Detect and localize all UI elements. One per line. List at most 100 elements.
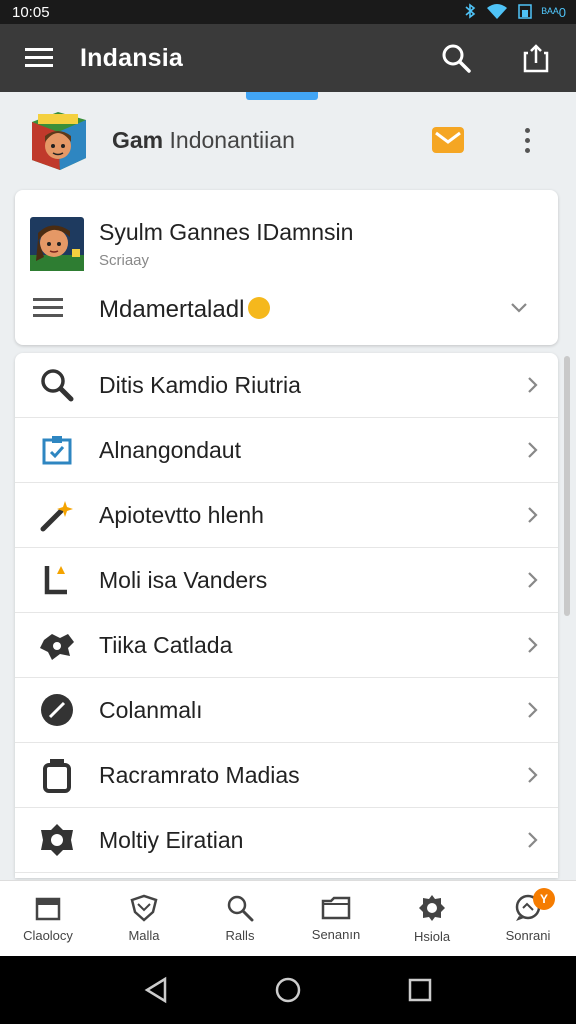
- puzzle-icon: [15, 628, 99, 662]
- slash-circle-icon: [15, 693, 99, 727]
- chevron-right-icon: [508, 441, 558, 459]
- status-icons: ᴮᴬᴬ0: [464, 2, 566, 22]
- profile-name-rest: Indonantiian: [163, 126, 295, 153]
- list-item-label: Moli isa Vanders: [99, 566, 268, 593]
- calendar-icon: [35, 897, 61, 921]
- jar-icon: [15, 757, 99, 793]
- nav-label: Claolocy: [23, 928, 73, 943]
- nav-label: Sonrani: [505, 928, 551, 943]
- search-button[interactable]: [416, 24, 496, 92]
- profile-name: Gam Indonantiian: [112, 127, 428, 154]
- profile-row: Gam Indonantiian: [0, 100, 576, 180]
- mail-icon: [432, 127, 464, 153]
- nav-item-0[interactable]: Claolocy: [0, 881, 96, 956]
- card-header[interactable]: Syulm Gannes IDamnsin Scriaay: [15, 190, 558, 280]
- dropdown-label: Mdamertaladl: [99, 296, 245, 323]
- menu-list: Ditis Kamdio Riutria Alnangondaut Apiote…: [15, 353, 558, 878]
- share-button[interactable]: [496, 24, 576, 92]
- signal-icon: [517, 3, 532, 22]
- app-title: Indansia: [80, 43, 184, 72]
- nav-item-5[interactable]: Y Sonrani: [480, 881, 576, 956]
- app-bar: Indansia: [0, 24, 576, 92]
- list-item-label: Colanmalı: [99, 696, 203, 723]
- list-item[interactable]: Moli isa Vanders: [15, 548, 558, 613]
- game-card: Syulm Gannes IDamnsin Scriaay Mdamertala…: [15, 190, 558, 345]
- emoji-icon: [248, 297, 271, 319]
- home-circle-icon: [275, 977, 301, 1003]
- card-title: Syulm Gannes IDamnsin: [99, 219, 354, 245]
- nav-label: Ralls: [225, 928, 255, 943]
- flower-icon: [15, 822, 99, 858]
- tab-indicator: [246, 92, 318, 100]
- nav-item-3[interactable]: Senanın: [288, 881, 384, 956]
- search-icon: [15, 368, 99, 402]
- list-item-label: Apiotevtto hlenh: [99, 501, 264, 528]
- folder-icon: [321, 896, 351, 920]
- card-titles: Syulm Gannes IDamnsin Scriaay: [99, 219, 353, 269]
- mail-button[interactable]: [428, 120, 468, 160]
- nav-label: Senanın: [311, 927, 361, 942]
- chevron-right-icon: [508, 506, 558, 524]
- list-item-label: Racramrato Madias: [99, 761, 300, 788]
- bottom-nav: Claolocy Malla Ralls Senanın Hsiola Y So…: [0, 880, 576, 956]
- card-subtitle: Scriaay: [99, 252, 150, 269]
- nav-label: Hsiola: [413, 929, 451, 944]
- more-dot: [524, 127, 530, 133]
- shield-icon: [130, 894, 158, 922]
- recents-button[interactable]: [400, 970, 440, 1010]
- game-logo-avatar[interactable]: [24, 106, 92, 174]
- status-bar: 10:05 ᴮᴬᴬ0: [0, 0, 576, 24]
- recents-square-icon: [408, 978, 432, 1002]
- list-item-label: Alnangondaut: [99, 436, 241, 463]
- hamburger-icon: [25, 48, 53, 67]
- back-triangle-icon: [144, 976, 167, 1004]
- system-nav-bar: [0, 956, 576, 1024]
- chevron-right-icon: [508, 766, 558, 784]
- notification-badge: Y: [533, 888, 555, 910]
- game-cube-icon: [32, 112, 86, 170]
- nav-item-2[interactable]: Ralls: [192, 881, 288, 956]
- share-icon: [523, 44, 549, 73]
- list-icon: [33, 297, 63, 324]
- chevron-right-icon: [508, 376, 558, 394]
- home-button[interactable]: [268, 970, 308, 1010]
- menu-button[interactable]: [0, 24, 80, 92]
- chevron-right-icon: [508, 636, 558, 654]
- list-item[interactable]: Colanmalı: [15, 678, 558, 743]
- list-item[interactable]: Moltiy Eiratian: [15, 808, 558, 873]
- magic-wand-icon: [15, 497, 99, 533]
- category-dropdown[interactable]: Mdamertaladl: [15, 280, 558, 340]
- nav-item-4[interactable]: Hsiola: [384, 881, 480, 956]
- back-button[interactable]: [136, 970, 176, 1010]
- list-item[interactable]: Alnangondaut: [15, 418, 558, 483]
- battery-text: ᴮᴬᴬ0: [541, 4, 566, 20]
- game-character-icon: [30, 217, 84, 271]
- corner-icon: [15, 562, 99, 598]
- game-thumbnail: [30, 217, 84, 271]
- gear-icon: [419, 895, 445, 921]
- list-item[interactable]: Apiotevtto hlenh: [15, 483, 558, 548]
- nav-label: Malla: [128, 928, 160, 943]
- more-dot: [524, 147, 530, 153]
- list-item-label: Ditis Kamdio Riutria: [99, 371, 301, 398]
- more-options-button[interactable]: [512, 120, 542, 160]
- status-time: 10:05: [12, 3, 50, 21]
- chevron-down-icon: [510, 301, 528, 319]
- chevron-right-icon: [508, 571, 558, 589]
- search-icon: [227, 895, 254, 922]
- dropdown-selected-value: Mdamertaladl: [99, 296, 510, 324]
- search-icon: [442, 44, 471, 73]
- wifi-icon: [486, 3, 508, 22]
- list-item[interactable]: Tiika Catlada: [15, 613, 558, 678]
- chevron-right-icon: [508, 831, 558, 849]
- more-dot: [524, 137, 530, 143]
- nav-item-1[interactable]: Malla: [96, 881, 192, 956]
- clipboard-icon: [15, 434, 99, 466]
- list-item-label: Moltiy Eiratian: [99, 826, 244, 853]
- profile-name-bold: Gam: [112, 126, 164, 153]
- scrollbar[interactable]: [564, 356, 570, 616]
- list-item-label: Tiika Catlada: [99, 631, 233, 658]
- chevron-right-icon: [508, 701, 558, 719]
- list-item[interactable]: Racramrato Madias: [15, 743, 558, 808]
- list-item[interactable]: Ditis Kamdio Riutria: [15, 353, 558, 418]
